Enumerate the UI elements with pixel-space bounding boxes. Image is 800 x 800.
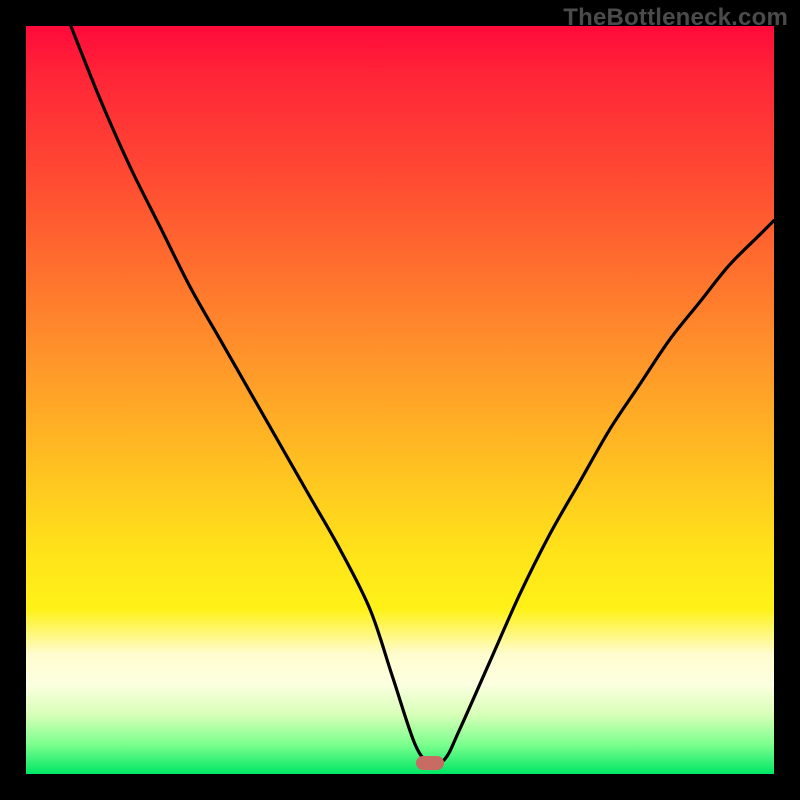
optimal-marker: [416, 756, 444, 770]
chart-frame: TheBottleneck.com: [0, 0, 800, 800]
watermark-text: TheBottleneck.com: [563, 4, 788, 32]
bottleneck-curve: [26, 26, 774, 774]
plot-area: [26, 26, 774, 774]
